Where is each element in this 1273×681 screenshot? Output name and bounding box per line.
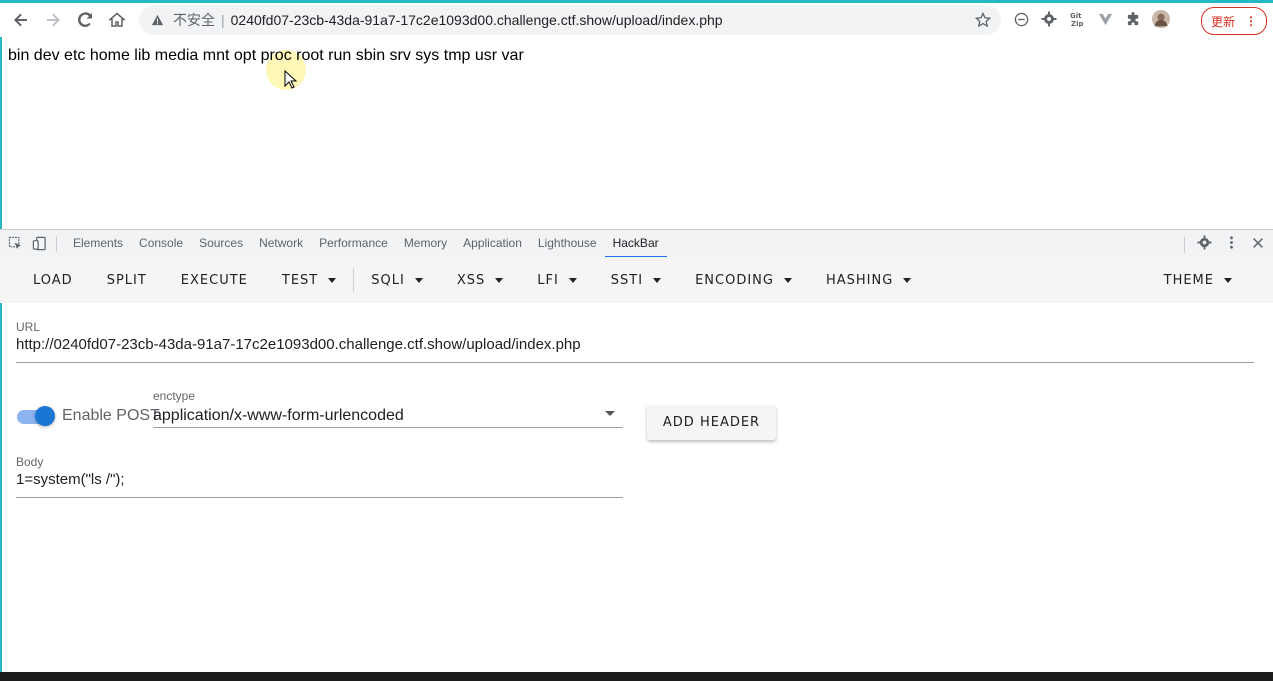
url-field-label: URL — [16, 320, 41, 334]
encoding-label: ENCODING — [695, 272, 774, 288]
svg-text:Zip: Zip — [1071, 20, 1084, 27]
caret-down-icon — [568, 277, 577, 283]
hashing-label: HASHING — [825, 272, 894, 288]
tab-elements[interactable]: Elements — [65, 230, 131, 257]
devtools-controls-divider — [1184, 237, 1185, 253]
enctype-label: enctype — [153, 389, 196, 403]
minus-circle-icon[interactable] — [1012, 10, 1030, 28]
add-header-button[interactable]: ADD HEADER — [647, 405, 776, 440]
profile-avatar-icon[interactable] — [1152, 10, 1170, 28]
lfi-label: LFI — [537, 272, 559, 288]
enable-post-toggle[interactable] — [17, 406, 57, 426]
ssti-dropdown[interactable]: SSTI — [594, 257, 678, 303]
load-label: LOAD — [33, 272, 73, 288]
hackbar-menu: LOAD SPLIT EXECUTE TEST SQLI XSS LFI SST… — [0, 257, 1273, 303]
update-button[interactable]: 更新 ⋮ — [1201, 7, 1267, 35]
caret-down-icon — [903, 277, 912, 283]
puzzle-extensions-icon[interactable] — [1124, 10, 1142, 28]
gear-extension-icon[interactable] — [1040, 10, 1058, 28]
back-icon[interactable] — [10, 9, 32, 31]
ssti-label: SSTI — [610, 272, 644, 288]
url-input[interactable]: http://0240fd07-23cb-43da-91a7-17c2e1093… — [16, 336, 581, 353]
devtools-tab-bar: Elements Console Sources Network Perform… — [0, 229, 1273, 258]
omnibox-separator: | — [221, 12, 225, 28]
mouse-cursor-icon — [284, 70, 298, 89]
page-output-text: bin dev etc home lib media mnt opt proc … — [8, 47, 524, 64]
close-devtools-icon[interactable] — [1251, 236, 1265, 255]
warning-icon — [151, 13, 165, 27]
execute-label: EXECUTE — [180, 272, 248, 288]
split-button[interactable]: SPLIT — [90, 257, 164, 303]
xss-label: XSS — [456, 272, 486, 288]
devtools-divider — [56, 235, 57, 252]
tab-console[interactable]: Console — [131, 230, 191, 257]
load-button[interactable]: LOAD — [16, 257, 90, 303]
reload-icon[interactable] — [74, 9, 96, 31]
tab-hackbar[interactable]: HackBar — [604, 230, 667, 258]
execute-button[interactable]: EXECUTE — [164, 257, 265, 303]
caret-down-icon — [414, 277, 423, 283]
test-label: TEST — [281, 272, 319, 288]
browser-toolbar: 不安全 | 0240fd07-23cb-43da-91a7-17c2e1093d… — [0, 3, 1273, 37]
enctype-select[interactable]: application/x-www-form-urlencoded — [153, 407, 404, 425]
hashing-dropdown[interactable]: HASHING — [809, 257, 928, 303]
vue-devtools-icon[interactable] — [1096, 10, 1114, 28]
body-input-underline — [16, 497, 623, 498]
url-input-underline — [16, 362, 1254, 363]
address-bar[interactable]: 不安全 | 0240fd07-23cb-43da-91a7-17c2e1093d… — [139, 5, 1001, 35]
insecure-label: 不安全 — [173, 12, 215, 28]
enctype-dropdown-icon[interactable] — [605, 411, 615, 416]
theme-dropdown[interactable]: THEME — [1147, 257, 1249, 303]
encoding-dropdown[interactable]: ENCODING — [678, 257, 809, 303]
update-label: 更新 — [1210, 14, 1235, 29]
window-left-stripe — [0, 0, 2, 681]
caret-down-icon — [1224, 277, 1232, 283]
add-header-label: ADD HEADER — [662, 415, 761, 430]
caret-down-icon — [783, 277, 792, 283]
tab-lighthouse[interactable]: Lighthouse — [530, 230, 605, 257]
test-dropdown[interactable]: TEST — [265, 257, 353, 303]
devtools-controls — [1184, 235, 1265, 255]
address-url[interactable]: 0240fd07-23cb-43da-91a7-17c2e1093d00.cha… — [231, 12, 723, 28]
settings-gear-icon[interactable] — [1197, 235, 1212, 255]
svg-text:Git: Git — [1070, 12, 1082, 20]
gitzip-icon[interactable]: Git Zip — [1068, 10, 1086, 28]
tab-performance[interactable]: Performance — [311, 230, 396, 257]
caret-down-icon — [328, 277, 337, 283]
sqli-dropdown[interactable]: SQLI — [354, 257, 440, 303]
taskbar-edge — [0, 672, 1273, 681]
theme-label: THEME — [1163, 272, 1214, 288]
body-field-label: Body — [16, 455, 44, 469]
bookmark-star-icon[interactable] — [974, 11, 992, 28]
device-toolbar-icon[interactable] — [32, 236, 48, 252]
caret-down-icon — [495, 277, 504, 283]
home-icon[interactable] — [106, 9, 128, 31]
enable-post-label: Enable POST — [62, 407, 160, 424]
toggle-thumb — [35, 406, 55, 426]
forward-icon[interactable] — [42, 9, 64, 31]
caret-down-icon — [653, 277, 662, 283]
enctype-underline — [153, 427, 623, 428]
lfi-dropdown[interactable]: LFI — [520, 257, 594, 303]
extension-icons: Git Zip — [1012, 10, 1170, 28]
tab-sources[interactable]: Sources — [191, 230, 251, 257]
inspect-element-icon[interactable] — [8, 236, 24, 252]
sqli-label: SQLI — [371, 272, 405, 288]
more-options-icon[interactable] — [1224, 235, 1239, 255]
split-label: SPLIT — [106, 272, 147, 288]
tab-application[interactable]: Application — [455, 230, 530, 257]
xss-dropdown[interactable]: XSS — [440, 257, 520, 303]
body-input[interactable]: 1=system("ls /"); — [16, 471, 125, 488]
tab-network[interactable]: Network — [251, 230, 311, 257]
tab-memory[interactable]: Memory — [396, 230, 455, 257]
more-vert-icon: ⋮ — [1245, 14, 1257, 28]
